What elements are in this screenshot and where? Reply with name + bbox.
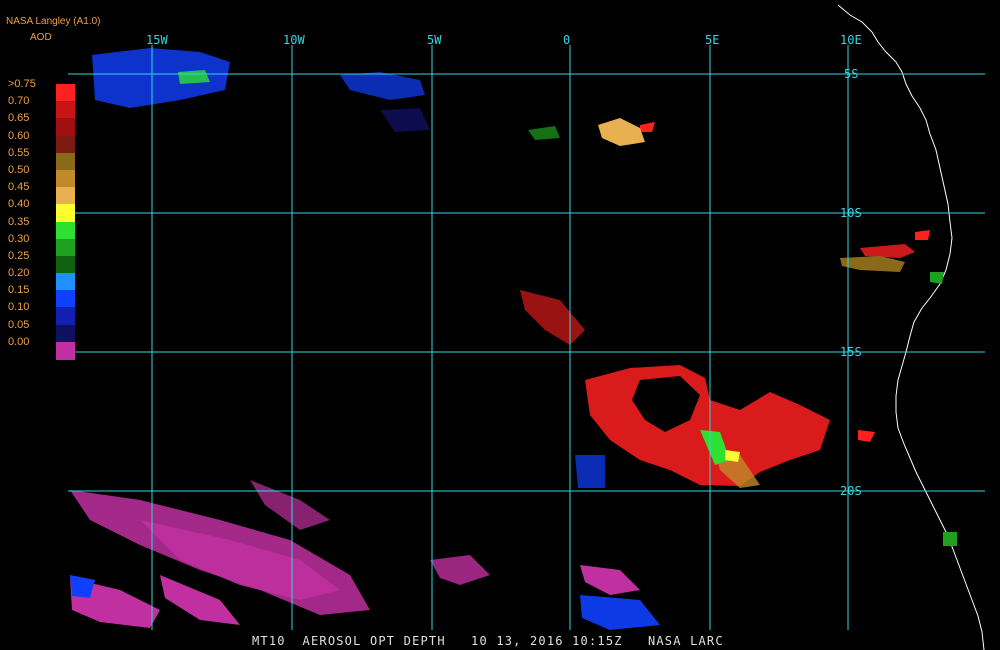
lon-label-5e: 5E [705, 33, 720, 47]
footer-caption: MT10 AEROSOL OPT DEPTH 10 13, 2016 10:15… [252, 634, 724, 648]
legend-row: 0.60 [4, 129, 76, 154]
legend-label: 0.70 [8, 95, 30, 108]
legend-row: 0.55 [4, 146, 76, 171]
legend-label: 0.40 [8, 198, 30, 211]
aod-map [68, 4, 985, 650]
legend-row: 0.25 [4, 249, 76, 274]
africa-coastline [837, 4, 985, 650]
legend-label: 0.20 [8, 267, 30, 280]
legend-row: 0.05 [4, 318, 76, 343]
lat-label-5s: 5S [844, 67, 859, 81]
legend-row: 0.65 [4, 112, 76, 137]
legend-label: 0.30 [8, 232, 30, 245]
lon-label-15w: 15W [146, 33, 168, 47]
legend-label: 0.15 [8, 284, 30, 297]
legend-label: 0.45 [8, 181, 30, 194]
legend-label: 0.00 [8, 335, 30, 348]
lat-label-15s: 15S [840, 345, 862, 359]
legend-label: 0.05 [8, 318, 30, 331]
lon-label-5w: 5W [427, 33, 442, 47]
legend-row: 0.20 [4, 267, 76, 292]
product-title: NASA Langley (A1.0) [6, 16, 101, 27]
product-label: AOD [30, 32, 52, 43]
legend-row: 0.45 [4, 181, 76, 206]
lon-label-0: 0 [563, 33, 571, 47]
legend-row: 0.15 [4, 284, 76, 309]
legend-label: 0.55 [8, 146, 30, 159]
legend-label: 0.25 [8, 249, 30, 262]
legend-swatch [56, 341, 75, 360]
lat-label-20s: 20S [840, 484, 862, 498]
legend-row: 0.10 [4, 301, 76, 326]
legend-row: 0.50 [4, 163, 76, 188]
lon-label-10w: 10W [283, 33, 305, 47]
aod-region-green [178, 70, 957, 546]
legend-label: 0.50 [8, 163, 30, 176]
legend-row: >0.75 [4, 78, 76, 102]
color-legend: >0.75 0.70 0.65 0.60 0.55 0.50 0.45 0.40 0.35 0.3… [4, 78, 76, 360]
lon-label-10e: 10E [840, 33, 862, 47]
aod-region-high [520, 122, 930, 486]
legend-row: 0.40 [4, 198, 76, 223]
legend-label: 0.10 [8, 301, 30, 314]
legend-row: 0.00 [4, 335, 76, 360]
legend-label: 0.60 [8, 129, 30, 142]
legend-label: >0.75 [8, 78, 36, 90]
lat-label-10s: 10S [840, 206, 862, 220]
legend-label: 0.35 [8, 215, 30, 228]
legend-label: 0.65 [8, 112, 30, 125]
legend-row: 0.35 [4, 215, 76, 240]
legend-row: 0.30 [4, 232, 76, 257]
aod-region-low [70, 480, 640, 628]
legend-row: 0.70 [4, 95, 76, 120]
